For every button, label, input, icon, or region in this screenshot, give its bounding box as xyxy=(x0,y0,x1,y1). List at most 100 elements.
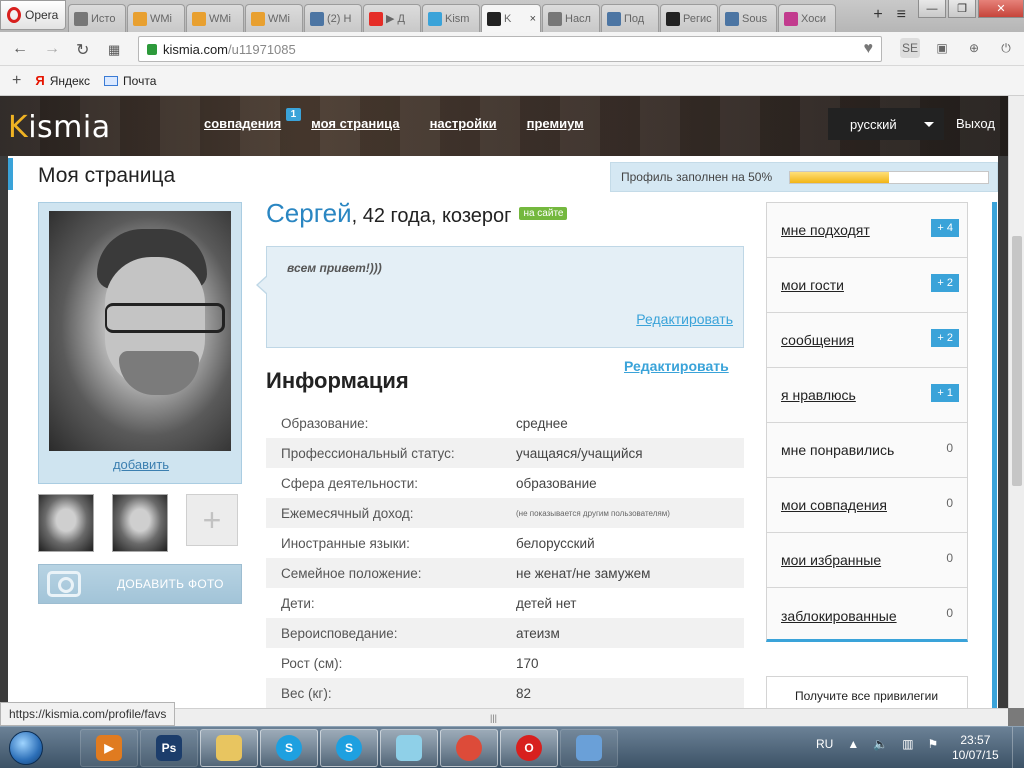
forward-icon[interactable]: → xyxy=(44,40,60,58)
side-menu-count: 0 xyxy=(946,496,953,510)
skype-icon: S xyxy=(336,735,362,761)
url-host: kismia.com xyxy=(163,41,229,57)
action-center-icon[interactable]: ⚑ xyxy=(928,737,939,751)
browser-tab[interactable]: Исто xyxy=(68,4,126,32)
browser-tab[interactable]: Kism xyxy=(422,4,480,32)
taskbar-app-button[interactable] xyxy=(380,729,438,767)
info-value: 170 xyxy=(516,655,539,671)
extension-icon[interactable]: SE xyxy=(900,38,920,58)
taskbar-app-button[interactable]: ▶ xyxy=(80,729,138,767)
plus-icon: + xyxy=(202,501,222,538)
browser-tab-bar: Opera Исто WMi WMi WMi (2) Н ▶ Д Kism K × Насл Под… xyxy=(0,0,1024,32)
tab-title: Kism xyxy=(445,12,470,25)
bookmark-mail[interactable]: Почта xyxy=(104,74,156,88)
nav-settings[interactable]: настройки xyxy=(430,116,497,131)
bookmark-heart-icon[interactable]: ♥ xyxy=(864,40,874,58)
coin-icon xyxy=(192,11,206,26)
photo-thumbnail[interactable] xyxy=(112,494,168,552)
tab-list-button[interactable]: ≡ xyxy=(897,6,906,24)
info-row: Сфера деятельности: образование xyxy=(266,468,744,498)
browser-tab[interactable]: ▶ Д xyxy=(363,4,421,32)
side-menu-item[interactable]: мне понравились 0 xyxy=(767,423,967,478)
language-indicator[interactable]: RU xyxy=(816,737,833,751)
start-button[interactable] xyxy=(2,727,50,768)
premium-promo[interactable]: Получите все привилегии xyxy=(766,676,968,708)
add-photo-button[interactable]: ДОБАВИТЬ ФОТО xyxy=(38,564,242,604)
close-tab-icon[interactable]: × xyxy=(530,13,536,25)
maximize-button[interactable]: ❐ xyxy=(948,0,976,18)
tray-expand-icon[interactable]: ▲ xyxy=(847,737,859,751)
browser-tab[interactable]: Под xyxy=(601,4,659,32)
new-tab-button[interactable]: + xyxy=(873,6,882,24)
browser-tab[interactable]: Насл xyxy=(542,4,600,32)
info-row: Вес (кг): 82 xyxy=(266,678,744,708)
vertical-scrollbar[interactable] xyxy=(1008,96,1024,708)
speed-dial-icon[interactable]: ▦ xyxy=(108,42,120,58)
taskbar-app-button[interactable]: S xyxy=(260,729,318,767)
side-menu-count: 0 xyxy=(946,441,953,455)
nav-premium[interactable]: премиум xyxy=(527,116,584,131)
bookmark-yandex[interactable]: Я Яндекс xyxy=(35,73,90,88)
browser-tab[interactable]: Sous xyxy=(719,4,777,32)
browser-tab[interactable]: WMi xyxy=(186,4,244,32)
add-thumbnail-button[interactable]: + xyxy=(186,494,238,546)
profile-progress-label: Профиль заполнен на 50% xyxy=(621,170,773,184)
edit-about-link[interactable]: Редактировать xyxy=(636,311,733,327)
kismia-logo[interactable]: Kismia xyxy=(8,110,111,145)
taskbar-app-button[interactable]: O xyxy=(500,729,558,767)
side-menu-item[interactable]: мои совпадения 0 xyxy=(767,478,967,533)
taskbar-app-button[interactable] xyxy=(440,729,498,767)
taskbar-app-button[interactable]: S xyxy=(320,729,378,767)
opera-menu-button[interactable]: Opera xyxy=(0,0,66,30)
info-row: Рост (см): 170 xyxy=(266,648,744,678)
photo-thumbnails: + xyxy=(38,494,238,552)
scrollbar-thumb[interactable] xyxy=(1012,236,1022,486)
power-icon[interactable]: ⏻ xyxy=(996,38,1016,58)
photo-thumbnail[interactable] xyxy=(38,494,94,552)
volume-icon[interactable]: 🔈 xyxy=(873,737,888,751)
side-menu-item[interactable]: заблокированные 0 xyxy=(767,588,967,643)
clock[interactable]: 23:57 10/07/15 xyxy=(952,733,999,763)
opera-icon: O xyxy=(516,735,542,761)
taskbar-app-button[interactable] xyxy=(200,729,258,767)
side-menu-item[interactable]: мои гости + 2 xyxy=(767,258,967,313)
turbo-icon[interactable]: ▣ xyxy=(932,38,952,58)
network-icon[interactable]: ▥ xyxy=(902,737,913,751)
download-icon[interactable]: ⊕ xyxy=(964,38,984,58)
back-icon[interactable]: ← xyxy=(12,40,28,58)
info-row: Дети: детей нет xyxy=(266,588,744,618)
browser-tab[interactable]: Хоси xyxy=(778,4,836,32)
add-photo-link[interactable]: добавить xyxy=(39,457,243,472)
side-menu-label: мои совпадения xyxy=(781,497,887,513)
taskbar-app-button[interactable]: Ps xyxy=(140,729,198,767)
language-select[interactable]: русский xyxy=(828,108,944,140)
reload-icon[interactable]: ↻ xyxy=(76,40,89,60)
edit-info-link[interactable]: Редактировать xyxy=(624,358,729,374)
side-menu-item[interactable]: мне подходят + 4 xyxy=(767,203,967,258)
browser-tab[interactable]: K × xyxy=(481,4,541,32)
clock-time: 23:57 xyxy=(960,733,991,747)
nav-matches[interactable]: совпадения 1 xyxy=(204,108,302,131)
show-desktop-button[interactable] xyxy=(1012,727,1024,768)
close-window-button[interactable]: ✕ xyxy=(978,0,1024,18)
taskbar-apps: ▶ Ps S S O xyxy=(80,729,618,767)
browser-tab[interactable]: WMi xyxy=(245,4,303,32)
browser-tab[interactable]: Регис xyxy=(660,4,718,32)
chevron-down-icon xyxy=(924,122,934,127)
add-bookmark-icon[interactable]: + xyxy=(12,72,21,90)
side-menu-item[interactable]: мои избранные 0 xyxy=(767,533,967,588)
address-field[interactable]: kismia.com/u11971085 ♥ xyxy=(138,36,882,62)
browser-tab[interactable]: WMi xyxy=(127,4,185,32)
side-menu-item[interactable]: я нравлюсь + 1 xyxy=(767,368,967,423)
browser-tab[interactable]: (2) Н xyxy=(304,4,362,32)
nav-my-page[interactable]: моя страница xyxy=(311,116,399,131)
logout-link[interactable]: Выход xyxy=(956,116,995,131)
profile-photo[interactable] xyxy=(49,211,231,451)
side-menu-label: я нравлюсь xyxy=(781,387,856,403)
minimize-button[interactable]: — xyxy=(918,0,946,18)
side-menu-item[interactable]: сообщения + 2 xyxy=(767,313,967,368)
side-menu-label: сообщения xyxy=(781,332,855,348)
taskbar-app-button[interactable] xyxy=(560,729,618,767)
info-row: Ежемесячный доход: (не показывается други… xyxy=(266,498,744,528)
profile-heading: Сергей , 42 года, козерог на сайте xyxy=(266,198,568,229)
